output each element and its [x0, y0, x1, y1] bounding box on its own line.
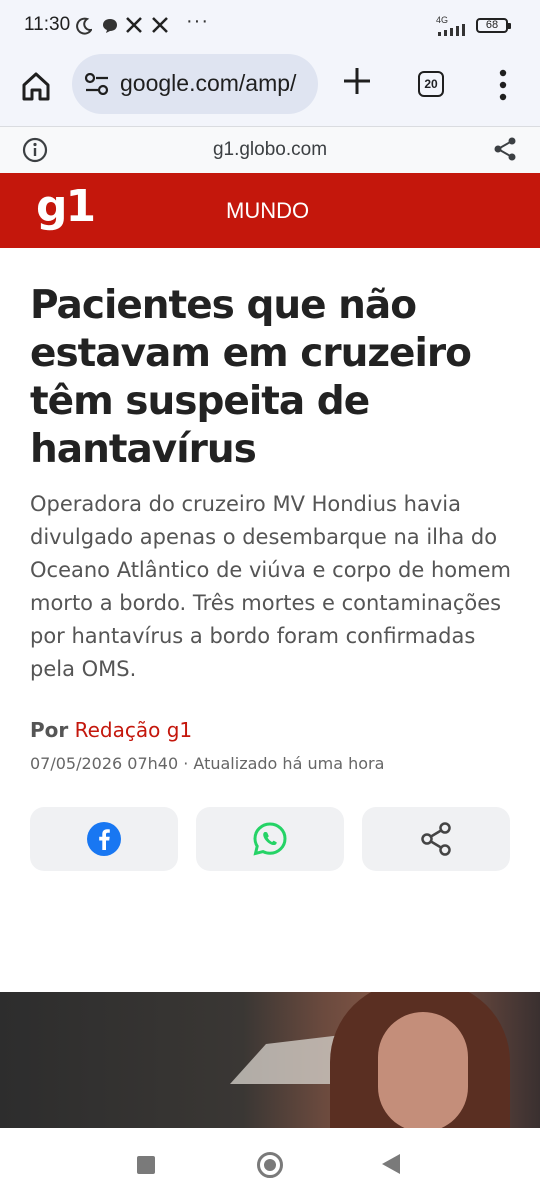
amp-header-bar: g1.globo.com	[0, 126, 540, 174]
more-notifications-icon: ···	[186, 10, 209, 32]
facebook-share-button[interactable]	[30, 807, 178, 871]
facebook-icon	[87, 822, 121, 856]
new-tab-icon[interactable]	[340, 64, 374, 98]
chat-bubble-icon	[103, 19, 117, 33]
whatsapp-icon	[253, 822, 287, 856]
article-lead: Operadora do cruzeiro MV Hondius havia d…	[30, 492, 511, 681]
battery-indicator: 68	[476, 18, 511, 33]
url-text[interactable]: google.com/amp/	[120, 70, 296, 97]
amp-domain: g1.globo.com	[212, 139, 328, 160]
browser-toolbar: google.com/amp/ 20	[0, 52, 540, 126]
g1-logo[interactable]: g1	[36, 181, 96, 232]
author-link[interactable]: Redação g1	[75, 718, 193, 742]
article-title: Pacientes que não estavam em cruzeiro tê…	[30, 283, 472, 472]
whatsapp-share-button[interactable]	[196, 807, 344, 871]
share-button[interactable]	[362, 807, 510, 871]
recent-apps-icon[interactable]	[137, 1156, 155, 1174]
x-icon	[152, 17, 168, 33]
site-settings-icon[interactable]	[84, 73, 110, 95]
tab-switcher-button[interactable]: 20	[418, 71, 444, 97]
status-time: 11:30	[24, 14, 71, 35]
share-icon	[421, 822, 451, 856]
section-label[interactable]: MUNDO	[226, 198, 309, 224]
x-icon	[126, 17, 142, 33]
signal-icon	[438, 24, 465, 36]
moon-icon	[76, 17, 92, 35]
publish-date: 07/05/2026 07h40 · Atualizado há uma hor…	[30, 754, 385, 773]
back-icon[interactable]	[382, 1154, 400, 1174]
video-person-face	[378, 1012, 468, 1128]
menu-icon[interactable]	[493, 68, 513, 102]
article-video-thumbnail[interactable]	[0, 992, 540, 1128]
system-navigation-bar	[0, 1128, 540, 1200]
site-header: g1 MUNDO	[0, 173, 540, 248]
byline-prefix: Por	[30, 718, 69, 742]
address-bar[interactable]: google.com/amp/	[72, 54, 318, 114]
byline: Por Redação g1	[30, 718, 192, 742]
home-icon[interactable]	[16, 66, 56, 106]
share-icon[interactable]	[492, 136, 518, 162]
status-bar: 11:30 ··· 4G 68	[0, 0, 540, 52]
home-button-icon[interactable]	[257, 1152, 283, 1178]
